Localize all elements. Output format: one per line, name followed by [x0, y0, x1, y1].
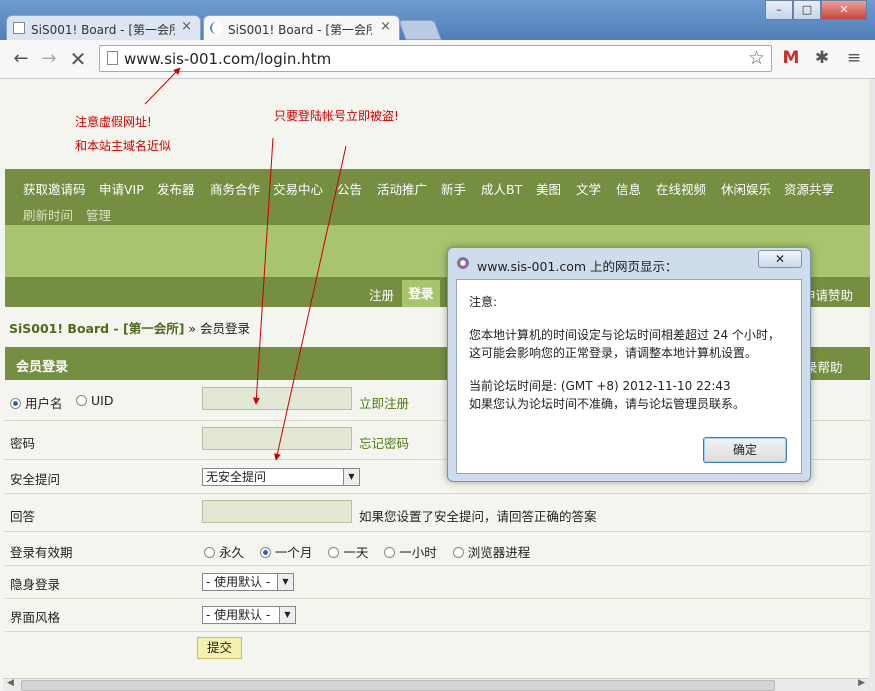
chrome-icon [457, 257, 469, 269]
dialog-body: 注意: 您本地计算机的时间设定与论坛时间相差超过 24 个小时， 这可能会影响您… [456, 279, 802, 474]
dialog-line: 这可能会影响您的正常登录，请调整本地计算机设置。 [469, 346, 758, 360]
alert-dialog: www.sis-001.com 上的网页显示： ✕ 注意: 您本地计算机的时间设… [447, 247, 811, 482]
dialog-line: 如果您认为论坛时间不准确，请与论坛管理员联系。 [469, 397, 746, 411]
dialog-line: 您本地计算机的时间设定与论坛时间相差超过 24 个小时， [469, 328, 780, 342]
dialog-line: 当前论坛时间是: (GMT +8) 2012-11-10 22:43 [469, 379, 731, 393]
arrow-to-username [252, 137, 274, 405]
dialog-title: www.sis-001.com 上的网页显示： [477, 259, 678, 274]
dialog-close-button[interactable]: ✕ [758, 250, 802, 268]
arrow-to-password [273, 145, 347, 461]
dialog-line: 注意: [469, 295, 498, 309]
ok-button[interactable]: 确定 [703, 437, 787, 463]
arrow-to-url [144, 67, 181, 105]
